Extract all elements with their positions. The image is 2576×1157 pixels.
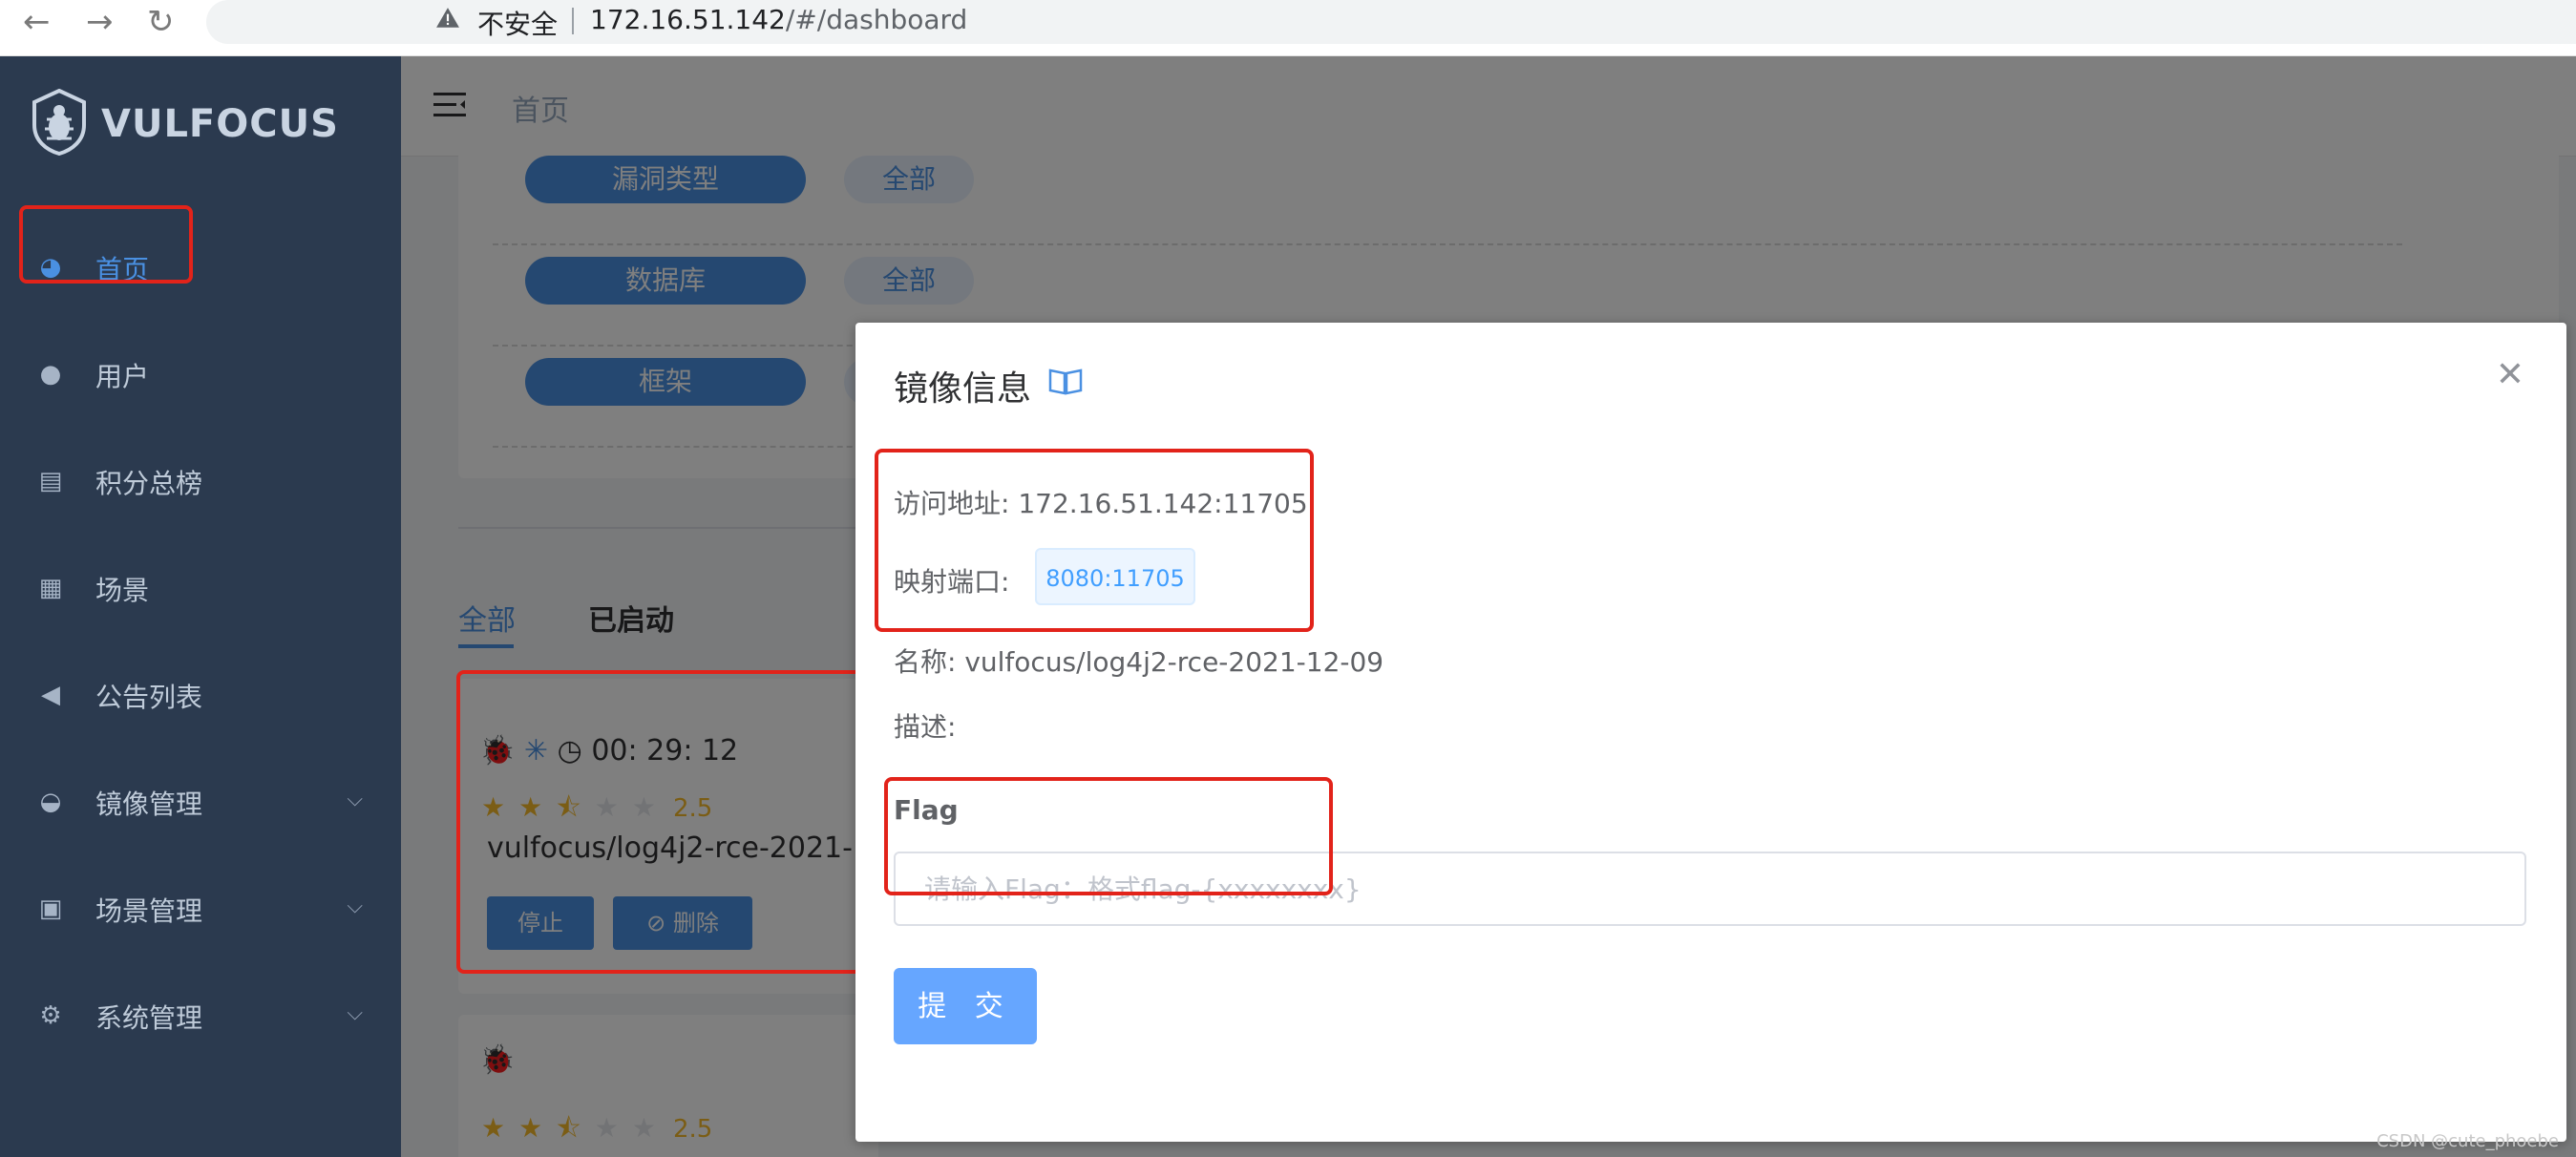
brand-name: VULFOCUS: [101, 102, 339, 146]
sidebar-item-image-management[interactable]: ◒ 镜像管理 ⌵: [0, 763, 401, 839]
ranking-icon: ▤: [38, 467, 63, 495]
sidebar-item-label: 用户: [95, 361, 150, 392]
address-bar[interactable]: 不安全 172.16.51.142/#/dashboard: [206, 0, 2576, 44]
url-text[interactable]: 172.16.51.142/#/dashboard: [590, 4, 967, 35]
chevron-down-icon: ⌵: [347, 894, 363, 918]
image-info-dialog: 镜像信息 ✕ 访问地址: 172.16.51.142:11705 映射端口: 8…: [855, 323, 2566, 1142]
grid-icon: ▦: [38, 574, 63, 602]
warning-icon: [436, 8, 459, 28]
forward-arrow-icon[interactable]: →: [86, 6, 114, 38]
url-path: /#/dashboard: [785, 4, 968, 35]
sidebar-item-label: 公告列表: [95, 682, 203, 713]
sidebar-item-label: 积分总榜: [95, 468, 203, 499]
scene-icon: ▣: [38, 894, 63, 923]
close-icon[interactable]: ✕: [2496, 355, 2524, 394]
vulfocus-logo-icon: [32, 89, 86, 156]
watermark: CSDN @cute_phoebe: [2376, 1131, 2559, 1151]
back-arrow-icon[interactable]: ←: [23, 6, 51, 38]
user-icon: ●: [39, 360, 62, 389]
highlight-box: [875, 449, 1314, 632]
sidebar-item-label: 场景: [95, 575, 150, 606]
highlight-box: [884, 777, 1333, 895]
highlight-box: [19, 205, 193, 284]
url-host: 172.16.51.142: [590, 4, 786, 35]
highlight-box: [456, 670, 863, 974]
gear-icon: ⚙: [39, 1001, 62, 1030]
sidebar-item-scenes[interactable]: ▦ 场景: [0, 549, 401, 625]
megaphone-icon: ◀: [41, 681, 60, 709]
sidebar-item-announcements[interactable]: ◀ 公告列表: [0, 656, 401, 732]
docker-icon: ◒: [39, 788, 62, 816]
sidebar-item-ranking[interactable]: ▤ 积分总榜: [0, 442, 401, 518]
sidebar-item-scene-management[interactable]: ▣ 场景管理 ⌵: [0, 870, 401, 946]
browser-toolbar: ← → ↻ 不安全 172.16.51.142/#/dashboard: [0, 0, 2576, 56]
sidebar-item-label: 镜像管理: [95, 789, 203, 820]
sidebar-item-system-management[interactable]: ⚙ 系统管理 ⌵: [0, 977, 401, 1053]
sidebar-item-users[interactable]: ● 用户: [0, 335, 401, 411]
sidebar-item-label: 系统管理: [95, 1002, 203, 1034]
submit-button[interactable]: 提 交: [894, 968, 1037, 1044]
description-label: 描述:: [894, 711, 957, 743]
insecure-label: 不安全: [477, 9, 559, 40]
address-separator: [572, 8, 574, 34]
chevron-down-icon: ⌵: [347, 1001, 363, 1025]
chevron-down-icon: ⌵: [347, 788, 363, 811]
book-icon[interactable]: [1048, 367, 1083, 395]
image-name: 名称: vulfocus/log4j2-rce-2021-12-09: [894, 646, 1384, 678]
reload-icon[interactable]: ↻: [147, 6, 175, 38]
sidebar: VULFOCUS ◕ 首页 ● 用户 ▤ 积分总榜 ▦ 场景 ◀ 公告列表 ◒ …: [0, 56, 401, 1157]
sidebar-item-label: 场景管理: [95, 895, 203, 927]
dialog-title: 镜像信息: [894, 369, 1032, 409]
